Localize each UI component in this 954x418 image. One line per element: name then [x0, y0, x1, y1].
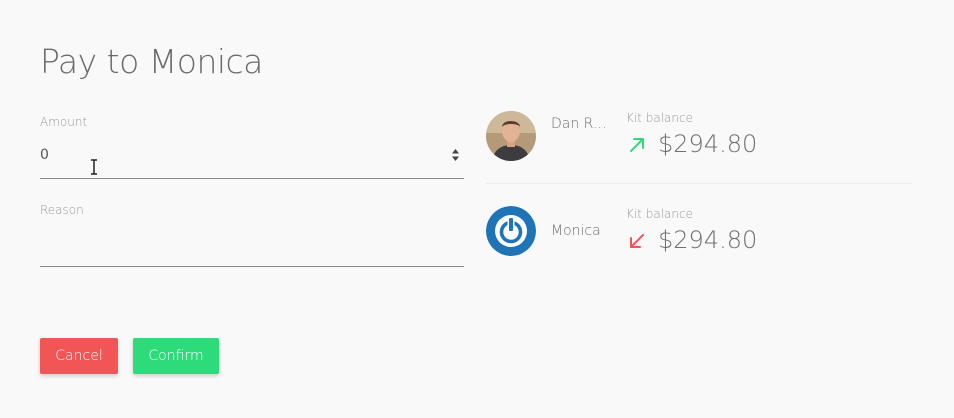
balance-amount: $294.80: [658, 226, 758, 254]
balance-label: Kit balance: [626, 111, 693, 125]
person-photo-icon: [486, 111, 536, 161]
reason-label: Reason: [40, 203, 84, 217]
power-logo-icon: [486, 206, 536, 256]
sender-name-text: Dan Reynol...: [551, 116, 613, 132]
cancel-button[interactable]: Cancel: [40, 338, 118, 374]
reason-underline: [40, 266, 464, 267]
page-title: Pay to Monica: [40, 42, 263, 81]
payment-dialog: Pay to Monica Amount 0 Reason Cancel Con…: [0, 0, 954, 418]
recipient-card: Monica Kit balance $294.80: [486, 198, 912, 278]
arrow-down-left-icon: [630, 234, 644, 248]
recipient-name: Monica: [551, 223, 601, 239]
balance-label: Kit balance: [626, 207, 693, 221]
avatar: [486, 111, 536, 161]
reason-field[interactable]: Reason: [40, 203, 464, 267]
sender-name: Dan Reynol...: [551, 113, 613, 136]
divider: [486, 183, 912, 184]
avatar: [486, 206, 536, 256]
arrow-up-right-icon: [630, 138, 644, 152]
amount-label: Amount: [40, 115, 88, 129]
balance-amount: $294.80: [658, 130, 758, 158]
text-cursor-icon: [91, 159, 97, 175]
sender-card: Dan Reynol... Kit balance $294.80: [486, 103, 912, 183]
confirm-button[interactable]: Confirm: [133, 338, 219, 374]
amount-input[interactable]: 0: [40, 147, 49, 163]
number-spinner-icon[interactable]: [451, 148, 460, 162]
amount-underline: [40, 178, 464, 179]
amount-field[interactable]: Amount 0: [40, 115, 464, 179]
